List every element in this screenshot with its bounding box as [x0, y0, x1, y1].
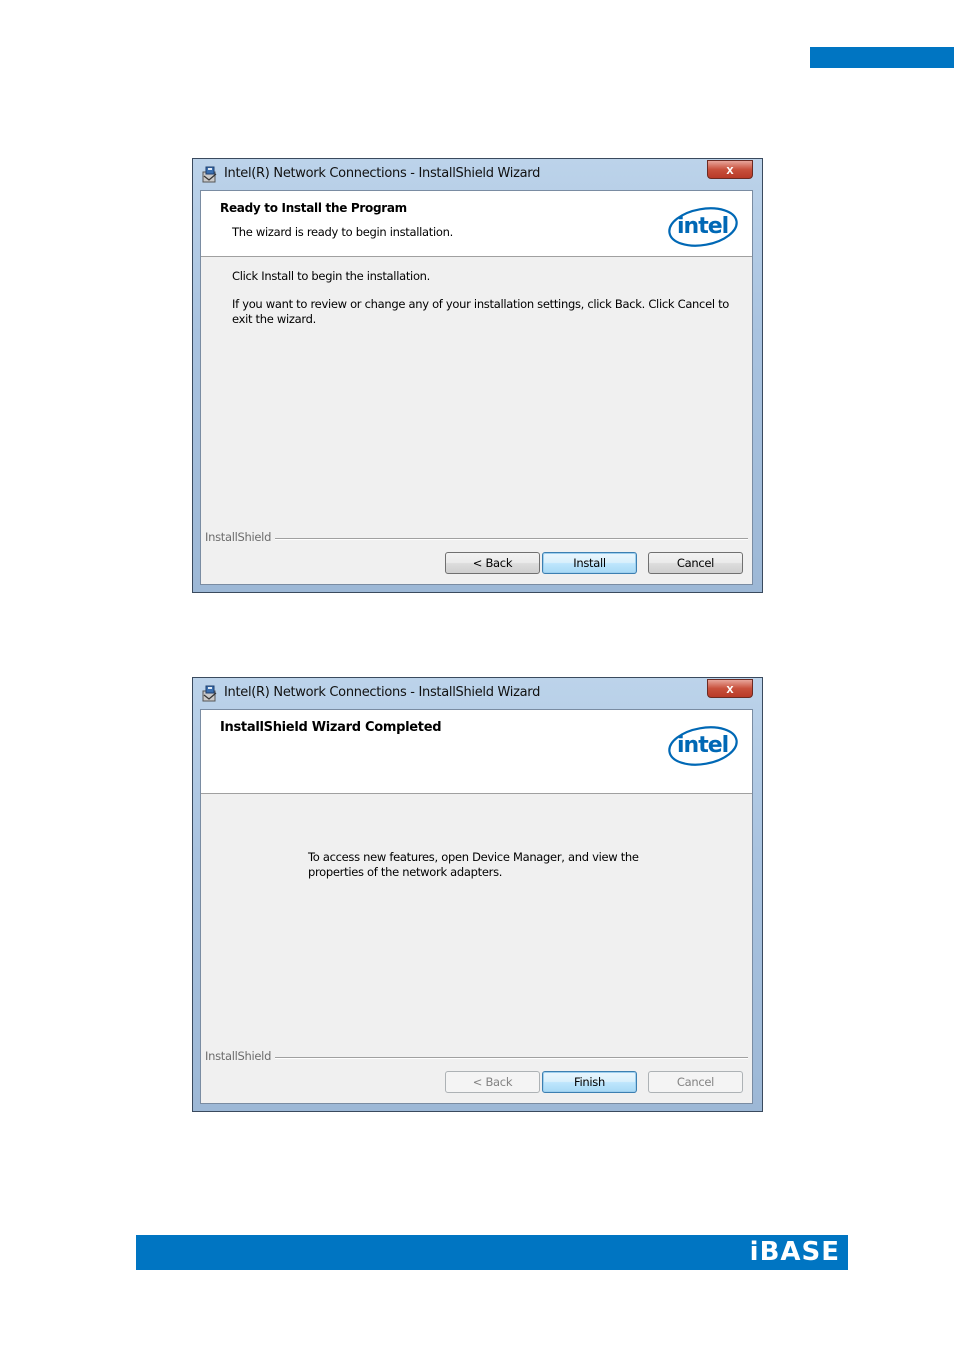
- wizard-header: InstallShield Wizard Completed intel: [201, 710, 752, 794]
- back-button[interactable]: < Back: [445, 552, 540, 574]
- wizard-header: Ready to Install the Program The wizard …: [201, 191, 752, 257]
- cancel-button[interactable]: Cancel: [648, 552, 743, 574]
- completion-text: To access new features, open Device Mana…: [308, 850, 639, 879]
- title-bar[interactable]: Intel(R) Network Connections - InstallSh…: [193, 678, 762, 709]
- intel-logo-text: intel: [677, 214, 728, 239]
- cancel-button[interactable]: Cancel: [648, 1071, 743, 1093]
- installer-icon: [202, 685, 217, 702]
- installshield-label: InstallShield: [205, 530, 276, 544]
- window-title: Intel(R) Network Connections - InstallSh…: [224, 166, 541, 181]
- dialog-client: Ready to Install the Program The wizard …: [200, 190, 753, 585]
- header-title: InstallShield Wizard Completed: [220, 720, 442, 735]
- close-button[interactable]: x: [707, 160, 753, 179]
- intel-logo: intel: [668, 207, 738, 247]
- instruction-text: Click Install to begin the installation.: [232, 269, 431, 283]
- install-button[interactable]: Install: [542, 552, 637, 574]
- intel-logo: intel: [668, 726, 738, 766]
- install-ready-dialog: Intel(R) Network Connections - InstallSh…: [192, 158, 763, 593]
- review-text: If you want to review or change any of y…: [232, 297, 730, 326]
- ibase-logo: iBASE: [749, 1237, 840, 1267]
- finish-button[interactable]: Finish: [542, 1071, 637, 1093]
- close-button[interactable]: x: [707, 679, 753, 698]
- installshield-divider: [205, 538, 748, 540]
- header-title: Ready to Install the Program: [220, 201, 407, 215]
- window-title: Intel(R) Network Connections - InstallSh…: [224, 685, 541, 700]
- wizard-completed-dialog: Intel(R) Network Connections - InstallSh…: [192, 677, 763, 1112]
- header-subtitle: The wizard is ready to begin installatio…: [232, 225, 453, 239]
- installshield-label: InstallShield: [205, 1049, 276, 1063]
- page-header-bar: [810, 47, 954, 68]
- installshield-divider: [205, 1057, 748, 1059]
- installer-icon: [202, 166, 217, 183]
- back-button[interactable]: < Back: [445, 1071, 540, 1093]
- title-bar[interactable]: Intel(R) Network Connections - InstallSh…: [193, 159, 762, 190]
- intel-logo-text: intel: [677, 733, 728, 758]
- page-footer-bar: iBASE: [136, 1235, 848, 1270]
- dialog-client: InstallShield Wizard Completed intel To …: [200, 709, 753, 1104]
- close-icon: x: [726, 162, 734, 177]
- close-icon: x: [726, 681, 734, 696]
